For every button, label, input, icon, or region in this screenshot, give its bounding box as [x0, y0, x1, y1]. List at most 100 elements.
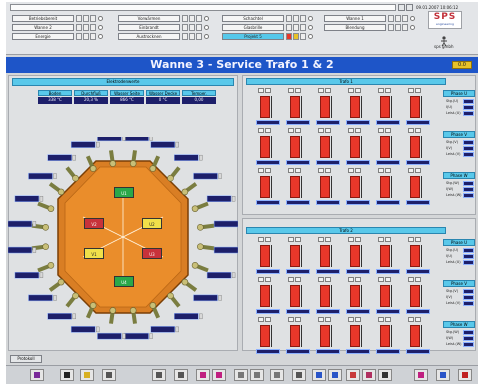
meter-control-box[interactable]	[385, 317, 391, 322]
meter-control-box[interactable]	[288, 317, 294, 322]
meter-control-box[interactable]	[265, 237, 271, 242]
list2-icon[interactable]	[250, 369, 264, 381]
exit-icon[interactable]	[458, 369, 472, 381]
meter-control-box[interactable]	[325, 168, 331, 173]
signal-icon[interactable]	[414, 369, 428, 381]
meter-control-box[interactable]	[355, 168, 361, 173]
ruler-icon[interactable]	[312, 369, 326, 381]
meter-control-box[interactable]	[348, 168, 354, 173]
nav-button[interactable]: Wanne 1	[324, 15, 386, 22]
nav-button[interactable]: Blendung	[324, 24, 386, 31]
meter-control-box[interactable]	[415, 277, 421, 282]
meter-control-box[interactable]	[348, 128, 354, 133]
meter-control-box[interactable]	[415, 128, 421, 133]
meter-control-box[interactable]	[288, 88, 294, 93]
meter-control-box[interactable]	[355, 128, 361, 133]
meter-control-box[interactable]	[295, 88, 301, 93]
meter-control-box[interactable]	[258, 237, 264, 242]
meter-control-box[interactable]	[348, 88, 354, 93]
chart-icon[interactable]	[328, 369, 342, 381]
play-icon[interactable]	[30, 369, 44, 381]
meter-control-box[interactable]	[295, 277, 301, 282]
meter-control-box[interactable]	[378, 168, 384, 173]
meter-control-box[interactable]	[385, 168, 391, 173]
meter-control-box[interactable]	[408, 317, 414, 322]
meter-control-box[interactable]	[355, 237, 361, 242]
meter-control-box[interactable]	[355, 88, 361, 93]
meter-control-box[interactable]	[415, 317, 421, 322]
arrow-right-icon[interactable]	[60, 369, 74, 381]
meter-control-box[interactable]	[415, 237, 421, 242]
electrode-center-block[interactable]: V1	[84, 248, 104, 259]
meter-control-box[interactable]	[288, 277, 294, 282]
electrode-center-block[interactable]: U3	[142, 248, 162, 259]
meter-control-box[interactable]	[325, 237, 331, 242]
help-icon[interactable]	[436, 369, 450, 381]
nav-button[interactable]: Einbrandt	[118, 24, 180, 31]
camera-icon[interactable]	[378, 369, 392, 381]
meter-control-box[interactable]	[265, 168, 271, 173]
meter-control-box[interactable]	[378, 317, 384, 322]
meter-control-box[interactable]	[408, 277, 414, 282]
swap-icon[interactable]	[292, 369, 306, 381]
meter-control-box[interactable]	[408, 88, 414, 93]
scroll-up-button[interactable]	[398, 4, 405, 11]
nav-button[interactable]: Betriebsbereit	[12, 15, 74, 22]
meter-control-box[interactable]	[348, 277, 354, 282]
meter-control-box[interactable]	[408, 168, 414, 173]
meter-control-box[interactable]	[318, 168, 324, 173]
nav-button[interactable]: Projekt 5	[222, 33, 284, 40]
nav-button[interactable]: Glasbrille	[222, 24, 284, 31]
nav-button[interactable]: Wanne 2	[12, 24, 74, 31]
meter-control-box[interactable]	[258, 317, 264, 322]
meter-control-box[interactable]	[415, 88, 421, 93]
meter-control-box[interactable]	[258, 128, 264, 133]
meter-control-box[interactable]	[295, 317, 301, 322]
meter-control-box[interactable]	[288, 237, 294, 242]
meter-control-box[interactable]	[295, 168, 301, 173]
electrode-center-block[interactable]: U2	[142, 218, 162, 229]
meter-control-box[interactable]	[385, 128, 391, 133]
grid-icon[interactable]	[174, 369, 188, 381]
meter-control-box[interactable]	[415, 168, 421, 173]
printer-icon[interactable]	[102, 369, 116, 381]
list3-icon[interactable]	[270, 369, 284, 381]
flag-icon[interactable]	[80, 369, 94, 381]
nav-button[interactable]: Schachtel	[222, 15, 284, 22]
meter-control-box[interactable]	[378, 128, 384, 133]
meter-control-box[interactable]	[348, 237, 354, 242]
globe-icon[interactable]	[346, 369, 360, 381]
meter-control-box[interactable]	[355, 277, 361, 282]
meter-control-box[interactable]	[325, 88, 331, 93]
meter-control-box[interactable]	[288, 168, 294, 173]
electrode-center-block[interactable]: U1	[114, 187, 134, 198]
protocol-button[interactable]: Protokoll	[10, 355, 42, 363]
meter-control-box[interactable]	[258, 277, 264, 282]
list-icon[interactable]	[234, 369, 248, 381]
meter-control-box[interactable]	[378, 88, 384, 93]
meter-control-box[interactable]	[318, 277, 324, 282]
meter-control-box[interactable]	[265, 317, 271, 322]
arrow-right2-icon[interactable]	[212, 369, 226, 381]
meter-control-box[interactable]	[385, 237, 391, 242]
meter-control-box[interactable]	[318, 317, 324, 322]
meter-control-box[interactable]	[265, 88, 271, 93]
electrode-center-block[interactable]: U4	[114, 276, 134, 287]
meter-control-box[interactable]	[318, 237, 324, 242]
meter-control-box[interactable]	[385, 88, 391, 93]
meter-control-box[interactable]	[258, 168, 264, 173]
meter-control-box[interactable]	[325, 317, 331, 322]
image-icon[interactable]	[362, 369, 376, 381]
nav-button[interactable]: Vorwärmen	[118, 15, 180, 22]
window-icon[interactable]	[152, 369, 166, 381]
meter-control-box[interactable]	[378, 277, 384, 282]
meter-control-box[interactable]	[378, 237, 384, 242]
meter-control-box[interactable]	[318, 128, 324, 133]
meter-control-box[interactable]	[265, 128, 271, 133]
meter-control-box[interactable]	[265, 277, 271, 282]
meter-control-box[interactable]	[295, 237, 301, 242]
meter-control-box[interactable]	[408, 237, 414, 242]
meter-control-box[interactable]	[318, 88, 324, 93]
electrode-center-block[interactable]: V2	[84, 218, 104, 229]
meter-control-box[interactable]	[385, 277, 391, 282]
